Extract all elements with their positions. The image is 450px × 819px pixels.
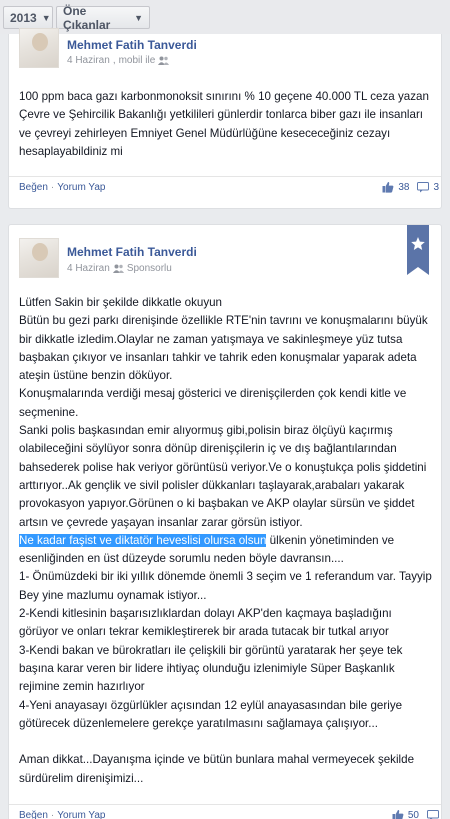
post-paragraph: Lütfen Sakin bir şekilde dikkatle okuyun: [19, 296, 223, 309]
friends-icon[interactable]: [112, 264, 124, 273]
post-paragraph: [19, 733, 433, 751]
post-paragraph: 3-Kendi bakan ve bürokratları ile çelişk…: [19, 643, 403, 694]
thumbs-up-icon[interactable]: [382, 181, 394, 193]
post-counts: 50: [392, 809, 439, 819]
post-author[interactable]: Mehmet Fatih Tanverdi: [67, 38, 197, 52]
post-time[interactable]: 4 Haziran: [67, 263, 110, 274]
post-body: 100 ppm baca gazı karbonmonoksit sınırın…: [19, 88, 433, 161]
comment-icon[interactable]: [427, 809, 439, 819]
post-paragraph: Konuşmalarında verdiği mesaj gösterici v…: [19, 387, 407, 419]
selected-text: Ne kadar faşist ve diktatör heveslisi ol…: [19, 533, 267, 547]
year-dropdown[interactable]: 2013 ▼: [3, 6, 53, 29]
featured-dropdown[interactable]: Öne Çıkanlar ▼: [56, 3, 150, 32]
featured-dropdown-label: Öne Çıkanlar: [63, 3, 111, 32]
post-paragraph: Ne kadar faşist ve diktatör heveslisi ol…: [19, 532, 433, 569]
post-meta: 4 Haziran , mobil ile: [67, 55, 170, 66]
post-paragraph: Bütün bu gezi parkı direnişinde özellikl…: [19, 314, 428, 383]
post-source: Sponsorlu: [126, 263, 172, 274]
like-count[interactable]: 38: [398, 182, 409, 193]
avatar[interactable]: [19, 28, 59, 68]
post-paragraph: 1- Önümüzdeki bir iki yıllık dönemde öne…: [19, 570, 432, 602]
comment-icon[interactable]: [417, 181, 430, 193]
post-body: Lütfen Sakin bir şekilde dikkatle okuyun…: [19, 294, 433, 788]
comment-link[interactable]: Yorum Yap: [57, 182, 105, 193]
thumbs-up-icon[interactable]: [392, 809, 404, 819]
post-footer: Beğen · Yorum Yap 50: [9, 804, 441, 819]
year-dropdown-label: 2013: [10, 10, 37, 25]
post-footer: Beğen · Yorum Yap 38 3: [9, 176, 441, 198]
post-counts: 38 3: [382, 181, 439, 193]
post-time[interactable]: 4 Haziran: [67, 55, 110, 66]
post-source: mobil ile: [118, 55, 156, 66]
post-card: Mehmet Fatih Tanverdi 4 Haziran Sponsorl…: [8, 224, 442, 819]
comment-count[interactable]: 3: [433, 182, 439, 193]
post-paragraph: Sanki polis başkasından emir alıyormuş g…: [19, 424, 427, 529]
post-card: Mehmet Fatih Tanverdi 4 Haziran , mobil …: [8, 28, 442, 209]
post-actions: Beğen · Yorum Yap: [19, 182, 106, 193]
post-actions: Beğen · Yorum Yap: [19, 810, 106, 819]
avatar[interactable]: [19, 238, 59, 278]
comment-link[interactable]: Yorum Yap: [57, 810, 105, 819]
like-link[interactable]: Beğen: [19, 182, 48, 193]
friends-icon[interactable]: [158, 56, 170, 65]
timeline-filter-bar: 2013 ▼ Öne Çıkanlar ▼: [0, 0, 450, 34]
like-count[interactable]: 50: [408, 810, 419, 819]
post-paragraph: 100 ppm baca gazı karbonmonoksit sınırın…: [19, 90, 429, 158]
chevron-down-icon: ▼: [41, 12, 51, 23]
post-paragraph: 2-Kendi kitlesinin başarısızlıklardan do…: [19, 607, 392, 639]
chevron-down-icon: ▼: [134, 12, 143, 23]
post-paragraph: Aman dikkat...Dayanışma içinde ve bütün …: [19, 753, 415, 785]
like-link[interactable]: Beğen: [19, 810, 48, 819]
post-author[interactable]: Mehmet Fatih Tanverdi: [67, 245, 197, 259]
post-meta: 4 Haziran Sponsorlu: [67, 263, 172, 274]
star-icon[interactable]: [407, 225, 429, 275]
post-paragraph: 4-Yeni anayasayı özgürlükler açısından 1…: [19, 698, 403, 730]
